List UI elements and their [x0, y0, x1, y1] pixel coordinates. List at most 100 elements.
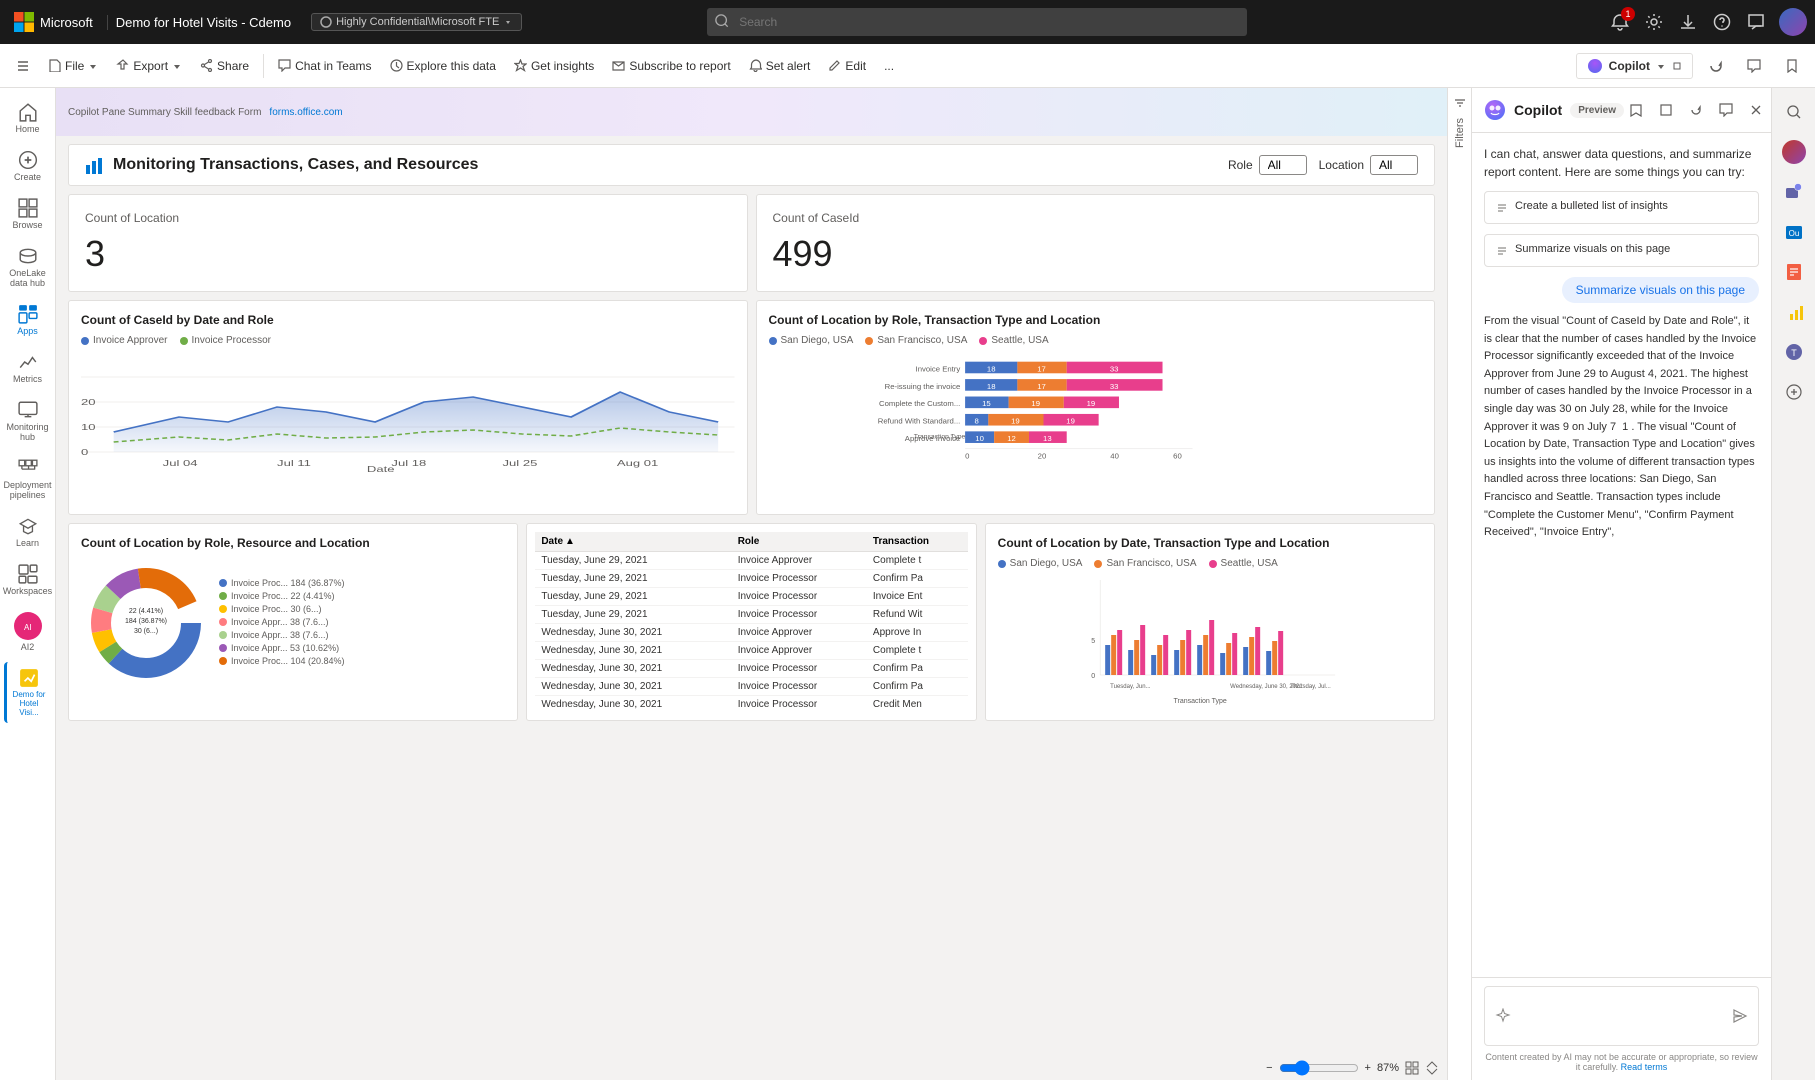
chart3-title: Count of Location by Role, Resource and …	[81, 536, 505, 550]
copilot-close-icon[interactable]	[1744, 98, 1768, 122]
right-powerbi-icon[interactable]	[1778, 296, 1810, 328]
location-filter-select[interactable]: All	[1370, 155, 1418, 175]
cell-role: Invoice Processor	[732, 660, 867, 678]
sidebar-item-demo[interactable]: Demo for Hotel Visi...	[4, 662, 52, 723]
zoom-out-icon[interactable]: −	[1266, 1062, 1272, 1074]
feedback-link[interactable]: forms.office.com	[269, 107, 342, 118]
svg-text:33: 33	[1109, 364, 1118, 373]
chart-location-date[interactable]: Count of Location by Date, Transaction T…	[985, 523, 1435, 721]
copilot-toolbar-button[interactable]: Copilot	[1576, 53, 1693, 79]
col-role[interactable]: Role	[732, 532, 867, 552]
copilot-suggestion-insights[interactable]: Create a bulleted list of insights	[1484, 191, 1759, 224]
right-search-icon[interactable]	[1778, 96, 1810, 128]
chart1-legend: Invoice Approver Invoice Processor	[81, 335, 735, 346]
role-filter-select[interactable]: All	[1259, 155, 1307, 175]
get-insights-button[interactable]: Get insights	[506, 55, 602, 77]
right-teams-icon[interactable]	[1778, 176, 1810, 208]
sidebar-item-ai2[interactable]: AI AI2	[4, 606, 52, 658]
right-outlook-icon[interactable]: Ou	[1778, 216, 1810, 248]
send-icon[interactable]	[1732, 1008, 1748, 1024]
chart4-title: Count of Location by Date, Transaction T…	[998, 536, 1422, 550]
chat-teams-button[interactable]: Chat in Teams	[270, 55, 379, 77]
alert-button[interactable]: Set alert	[741, 55, 819, 77]
chart-location-role-type[interactable]: Count of Location by Role, Transaction T…	[756, 300, 1436, 515]
expand-nav-button[interactable]	[8, 55, 38, 77]
right-note-icon[interactable]	[1778, 256, 1810, 288]
sidebar-item-browse[interactable]: Browse	[4, 192, 52, 236]
table-scroll[interactable]: Date ▲ Role Transaction Tuesday, June 29…	[535, 532, 967, 712]
bookmark-button[interactable]	[1777, 55, 1807, 77]
sidebar-item-create[interactable]: Create	[4, 144, 52, 188]
sidebar-item-workspaces[interactable]: Workspaces	[4, 558, 52, 602]
sidebar-item-monitoring[interactable]: Monitoring hub	[4, 394, 52, 448]
feedback-icon[interactable]	[1745, 11, 1767, 33]
comment-button[interactable]	[1739, 55, 1769, 77]
svg-text:0: 0	[1091, 673, 1095, 680]
cell-transaction: Confirm Pa	[867, 660, 968, 678]
user-avatar[interactable]	[1779, 8, 1807, 36]
table-card: Date ▲ Role Transaction Tuesday, June 29…	[526, 523, 976, 721]
sidebar-item-home[interactable]: Home	[4, 96, 52, 140]
cell-transaction: Confirm Pa	[867, 570, 968, 588]
export-button[interactable]: Export	[108, 55, 190, 77]
expand-icon[interactable]	[1425, 1061, 1439, 1075]
edit-button[interactable]: Edit	[820, 55, 874, 77]
more-button[interactable]: ...	[876, 55, 902, 77]
right-add-icon[interactable]	[1778, 376, 1810, 408]
right-account-icon[interactable]	[1778, 136, 1810, 168]
list-icon	[1495, 201, 1509, 215]
sidebar-item-learn[interactable]: Learn	[4, 510, 52, 554]
copilot-title: Copilot Preview	[1484, 99, 1624, 121]
microsoft-label: Microsoft	[40, 15, 93, 30]
col-transaction[interactable]: Transaction	[867, 532, 968, 552]
col-date[interactable]: Date ▲	[535, 532, 731, 552]
sidebar-item-onelake[interactable]: OneLake data hub	[4, 240, 52, 294]
sidebar-item-apps[interactable]: Apps	[4, 298, 52, 342]
main-layout: Home Create Browse OneLake data hub Apps…	[0, 88, 1815, 1080]
svg-text:8: 8	[974, 417, 978, 426]
read-terms-link[interactable]: Read terms	[1621, 1062, 1668, 1072]
explore-data-button[interactable]: Explore this data	[382, 55, 504, 77]
share-button[interactable]: Share	[192, 55, 257, 77]
copilot-refresh-icon[interactable]	[1684, 98, 1708, 122]
svg-text:Approve Invoice: Approve Invoice	[904, 434, 959, 443]
svg-text:19: 19	[1011, 417, 1020, 426]
sensitivity-label[interactable]: Highly Confidential\Microsoft FTE	[311, 13, 522, 31]
download-icon[interactable]	[1677, 11, 1699, 33]
table-row: Tuesday, June 29, 2021Invoice ProcessorI…	[535, 588, 967, 606]
sidebar-item-deployment[interactable]: Deployment pipelines	[4, 452, 52, 506]
table-row: Wednesday, June 30, 2021Invoice Approver…	[535, 624, 967, 642]
copilot-expand-icon[interactable]	[1654, 98, 1678, 122]
sidebar-item-metrics[interactable]: Metrics	[4, 346, 52, 390]
copilot-comment-icon[interactable]	[1714, 98, 1738, 122]
copilot-input-area[interactable]	[1484, 986, 1759, 1046]
table-row: Wednesday, June 30, 2021Invoice Processo…	[535, 696, 967, 713]
copilot-summarize-button[interactable]: Summarize visuals on this page	[1562, 277, 1759, 303]
right-teams2-icon[interactable]: T	[1778, 336, 1810, 368]
location-filter[interactable]: Location All	[1319, 155, 1418, 175]
search-input[interactable]	[707, 8, 1247, 36]
kpi-caseid-value: 499	[773, 233, 1419, 275]
chart-donut[interactable]: Count of Location by Role, Resource and …	[68, 523, 518, 721]
chart-caseid-date-role[interactable]: Count of CaseId by Date and Role Invoice…	[68, 300, 748, 515]
copilot-suggestion-summarize[interactable]: Summarize visuals on this page	[1484, 234, 1759, 267]
filters-toggle[interactable]: Filters	[1447, 88, 1471, 1080]
fullscreen-icon[interactable]	[1405, 1061, 1419, 1075]
role-filter[interactable]: Role All	[1228, 155, 1307, 175]
microsoft-logo[interactable]: Microsoft	[8, 12, 99, 32]
zoom-in-icon[interactable]: +	[1365, 1062, 1371, 1074]
table-row: Wednesday, June 30, 2021Invoice Processo…	[535, 660, 967, 678]
help-icon[interactable]	[1711, 11, 1733, 33]
notification-icon[interactable]: 1	[1609, 11, 1631, 33]
copilot-bookmark-icon[interactable]	[1624, 98, 1648, 122]
settings-icon[interactable]	[1643, 11, 1665, 33]
svg-text:Jul 25: Jul 25	[503, 459, 538, 468]
donut-area: 22 (4.41%) 184 (36.87%) 30 (6...) Invoic…	[81, 558, 505, 688]
report-header: Monitoring Transactions, Cases, and Reso…	[68, 144, 1435, 186]
file-button[interactable]: File	[40, 55, 106, 77]
zoom-slider[interactable]	[1279, 1060, 1359, 1076]
svg-text:Invoice Entry: Invoice Entry	[915, 364, 960, 373]
refresh-button[interactable]	[1701, 55, 1731, 77]
subscribe-button[interactable]: Subscribe to report	[604, 55, 738, 77]
filters-label: Filters	[1454, 118, 1466, 148]
